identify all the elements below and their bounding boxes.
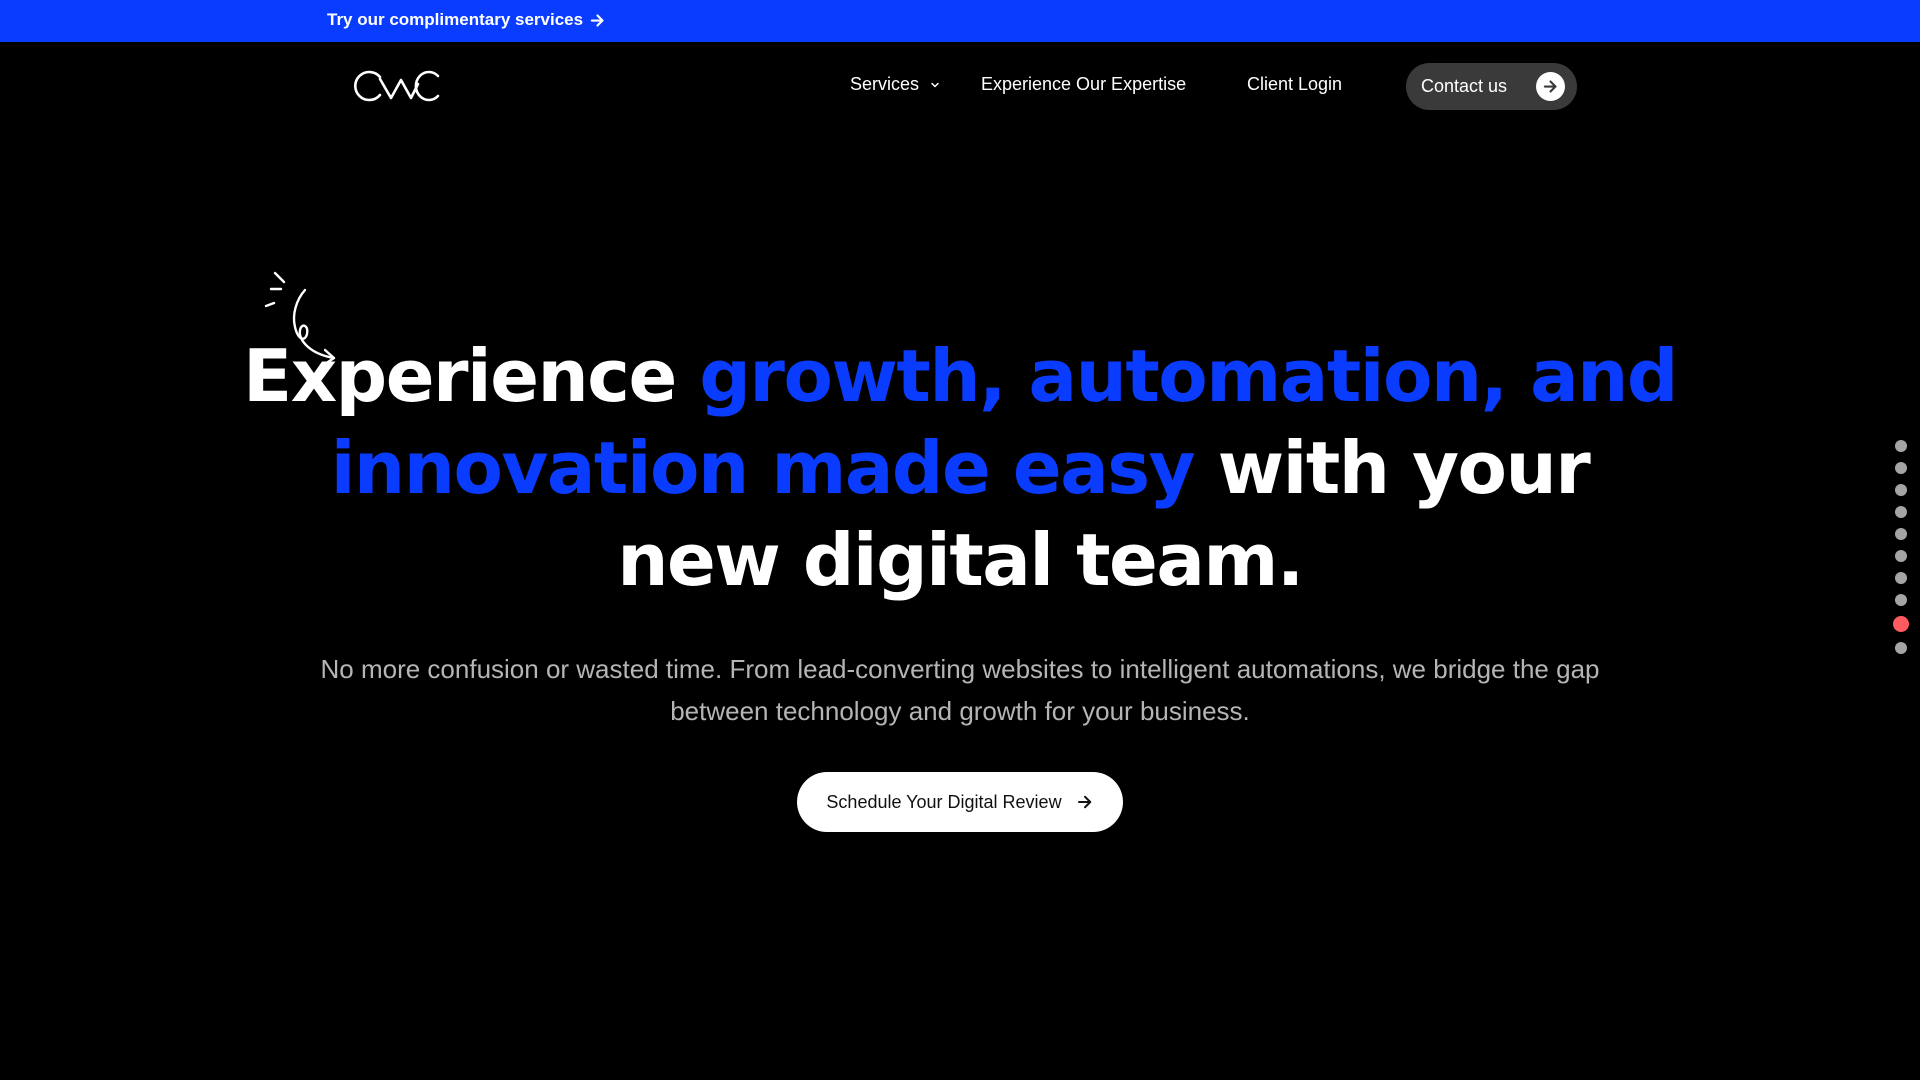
contact-us-button[interactable]: Contact us [1406,63,1577,110]
nav-login-label: Client Login [1247,74,1343,94]
arrow-right-icon [1543,80,1557,93]
promo-bar: Try our complimentary services [0,0,1920,42]
schedule-review-button[interactable]: Schedule Your Digital Review [797,772,1123,832]
section-dot[interactable] [1895,528,1907,540]
section-dots-nav [1893,440,1909,654]
section-dot[interactable] [1895,572,1907,584]
promo-link[interactable]: Try our complimentary services [327,10,606,30]
contact-us-label: Contact us [1421,76,1508,96]
section-dot[interactable] [1895,440,1907,452]
nav-services-dropdown[interactable]: Services [850,74,941,95]
section-dot[interactable] [1895,642,1907,654]
nav-expertise-label: Experience Our Expertise [981,74,1187,94]
nav-services-label: Services [850,74,920,94]
nav-client-login-link[interactable]: Client Login [1247,74,1342,95]
hero-heading: Experience growth, automation, and innov… [240,330,1680,606]
section-dot[interactable] [1895,506,1907,518]
main-navbar: Services Experience Our Expertise Client… [0,42,1920,130]
arrow-right-icon [1077,795,1091,809]
hero-subheading: No more confusion or wasted time. From l… [320,654,1600,726]
arrow-right-icon [590,13,604,27]
nav-expertise-link[interactable]: Experience Our Expertise [981,74,1186,95]
promo-link-label: Try our complimentary services [327,10,584,29]
section-dot[interactable] [1895,550,1907,562]
owc-logo[interactable] [350,66,442,106]
schedule-review-label: Schedule Your Digital Review [826,791,1062,812]
section-dot[interactable] [1895,484,1907,496]
section-dot[interactable] [1895,462,1907,474]
chevron-down-icon [931,82,939,87]
section-dot-active[interactable] [1893,616,1909,632]
hero-heading-part-1: Experience [243,334,700,418]
section-dot[interactable] [1895,594,1907,606]
contact-arrow-circle [1536,72,1565,101]
